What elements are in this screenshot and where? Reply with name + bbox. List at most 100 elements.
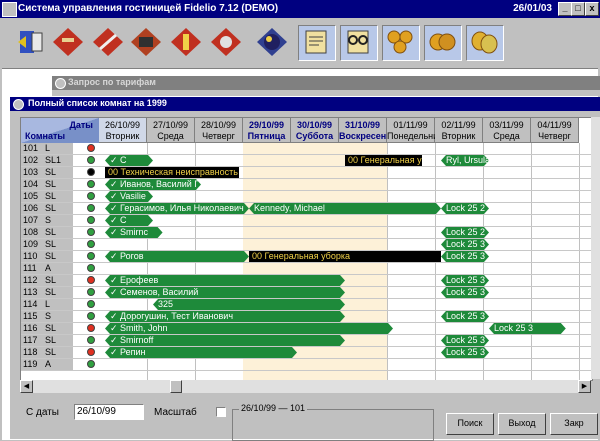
- room-status-indicator: [87, 216, 95, 224]
- booking-bar[interactable]: ✓ Ерофеев: [105, 275, 345, 286]
- money-icon[interactable]: [424, 25, 462, 61]
- exit-icon[interactable]: [12, 25, 48, 59]
- room-number[interactable]: 106: [21, 203, 44, 214]
- date-label: 30/10/99: [296, 120, 333, 130]
- room-status-indicator: [87, 240, 95, 248]
- room-number[interactable]: 112: [21, 275, 44, 286]
- room-number[interactable]: 117: [21, 335, 44, 346]
- room-row[interactable]: 119 A: [21, 359, 592, 371]
- booking-bar[interactable]: ✓ Репин: [105, 347, 297, 358]
- date-header[interactable]: 31/10/99 Воскресенье: [339, 118, 397, 143]
- room-number[interactable]: 115: [21, 311, 44, 322]
- date-header[interactable]: 28/10/99 Четверг: [195, 118, 243, 143]
- room-number[interactable]: 116: [21, 323, 44, 334]
- date-header[interactable]: 03/11/99 Среда: [483, 118, 531, 143]
- room-number[interactable]: 107: [21, 215, 44, 226]
- room-number[interactable]: 101: [21, 143, 44, 154]
- room-number[interactable]: 118: [21, 347, 44, 358]
- booking-bar[interactable]: ✓ C: [105, 215, 153, 226]
- booking-bar[interactable]: 325: [153, 299, 345, 310]
- room-number[interactable]: 113: [21, 287, 44, 298]
- date-header[interactable]: 26/10/99 Вторник: [99, 118, 147, 143]
- booking-bar[interactable]: Lock 25 3: [441, 311, 489, 322]
- minimize-button[interactable]: _: [558, 2, 572, 16]
- room-block-bar[interactable]: 00 Техническая неисправность: [105, 167, 240, 178]
- room-block-bar[interactable]: 00 Генеральная уборка: [345, 155, 422, 166]
- booking-bar[interactable]: ✓ Герасимов, Илья Николаевич: [105, 203, 249, 214]
- booking-bar[interactable]: Lock 25 3: [441, 251, 489, 262]
- room-number[interactable]: 108: [21, 227, 44, 238]
- coins-icon[interactable]: [382, 25, 420, 61]
- booking-bar[interactable]: Lock 25 3: [441, 239, 489, 250]
- date-header[interactable]: 27/10/99 Среда: [147, 118, 195, 143]
- scroll-right-button[interactable]: ▶: [578, 380, 591, 393]
- close-button[interactable]: x: [585, 2, 599, 16]
- app-title: Система управления гостиницей Fidelio 7.…: [18, 3, 279, 14]
- date-header[interactable]: 04/11/99 Четверг: [531, 118, 579, 143]
- tool-5-icon[interactable]: [208, 25, 244, 59]
- room-status-indicator: [87, 300, 95, 308]
- booking-bar[interactable]: Kennedy, Michael: [249, 203, 441, 214]
- room-status-indicator: [87, 312, 95, 320]
- tool-2-icon[interactable]: [90, 25, 126, 59]
- room-number[interactable]: 119: [21, 359, 44, 370]
- rates-window-titlebar[interactable]: Запрос по тарифам: [52, 76, 600, 90]
- glasses-icon[interactable]: [340, 25, 378, 61]
- booking-bar[interactable]: ✓ Smirnoff: [105, 335, 345, 346]
- room-row[interactable]: 101 L: [21, 143, 592, 155]
- maximize-button[interactable]: □: [571, 2, 585, 16]
- room-number[interactable]: 109: [21, 239, 44, 250]
- room-number[interactable]: 104: [21, 179, 44, 190]
- room-plan-grid[interactable]: Даты Комнаты 26/10/99 Вторник 27/10/99 Сред…: [20, 117, 593, 381]
- search-button[interactable]: Поиск: [446, 413, 494, 435]
- scroll-thumb[interactable]: [170, 380, 182, 393]
- scale-checkbox[interactable]: [216, 407, 226, 417]
- booking-bar[interactable]: Lock 25 3: [489, 323, 566, 334]
- date-header[interactable]: 01/11/99 Понедельник: [387, 118, 442, 143]
- app-icon[interactable]: [2, 2, 17, 17]
- booking-bar[interactable]: ✓ Иванов, Василий Г: [105, 179, 201, 190]
- exit-button[interactable]: Выход: [498, 413, 546, 435]
- weekday-label: Воскресенье: [339, 131, 397, 141]
- booking-bar[interactable]: Lock 25 3: [441, 275, 489, 286]
- booking-bar[interactable]: ✓ C: [105, 155, 153, 166]
- booking-bar[interactable]: Lock 25 3: [441, 335, 489, 346]
- booking-bar[interactable]: Lock 25 2: [441, 227, 489, 238]
- rooms-window-titlebar[interactable]: Полный список комнат на 1999: [10, 97, 600, 111]
- booking-bar[interactable]: ✓ Smirnc: [105, 227, 163, 238]
- tool-6-icon[interactable]: [254, 25, 290, 59]
- booking-bar[interactable]: Ryl, Ursula: [441, 155, 489, 166]
- room-status-indicator: [87, 204, 95, 212]
- from-date-field[interactable]: 26/10/99: [74, 404, 144, 420]
- horizontal-scrollbar[interactable]: ◀ ▶: [20, 380, 591, 393]
- rates-window[interactable]: Запрос по тарифам: [52, 76, 600, 96]
- close-window-button[interactable]: Закр: [550, 413, 598, 435]
- room-number[interactable]: 102: [21, 155, 44, 166]
- booking-bar[interactable]: Lock 25 2: [441, 203, 489, 214]
- tool-1-icon[interactable]: [50, 25, 86, 59]
- booking-bar[interactable]: Lock 25 3: [441, 287, 489, 298]
- booking-bar[interactable]: ✓ Vasilie: [105, 191, 153, 202]
- date-header[interactable]: 02/11/99 Вторник: [435, 118, 483, 143]
- booking-bar[interactable]: ✓ Smith, John: [105, 323, 393, 334]
- room-number[interactable]: 114: [21, 299, 44, 310]
- date-header[interactable]: 30/10/99 Суббота: [291, 118, 339, 143]
- notepad-icon[interactable]: [298, 25, 336, 61]
- theatre-icon[interactable]: [466, 25, 504, 61]
- room-block-bar[interactable]: 00 Генеральная уборка: [249, 251, 441, 262]
- room-row[interactable]: 111 A: [21, 263, 592, 275]
- booking-bar[interactable]: Lock 25 3: [441, 347, 489, 358]
- tool-4-icon[interactable]: [168, 25, 204, 59]
- booking-bar[interactable]: ✓ Семенов, Василий: [105, 287, 345, 298]
- room-number[interactable]: 103: [21, 167, 44, 178]
- booking-bar[interactable]: ✓ Дорогушин, Тест Иванович: [105, 311, 345, 322]
- room-number[interactable]: 110: [21, 251, 44, 262]
- scroll-left-button[interactable]: ◀: [20, 380, 33, 393]
- room-number[interactable]: 105: [21, 191, 44, 202]
- room-row[interactable]: 109 SL: [21, 239, 592, 251]
- tool-3-icon[interactable]: [128, 25, 164, 59]
- date-header[interactable]: 29/10/99 Пятница: [243, 118, 291, 143]
- room-number[interactable]: 111: [21, 263, 44, 274]
- vertical-scrollbar[interactable]: [591, 117, 600, 379]
- booking-bar[interactable]: ✓ Рогов: [105, 251, 249, 262]
